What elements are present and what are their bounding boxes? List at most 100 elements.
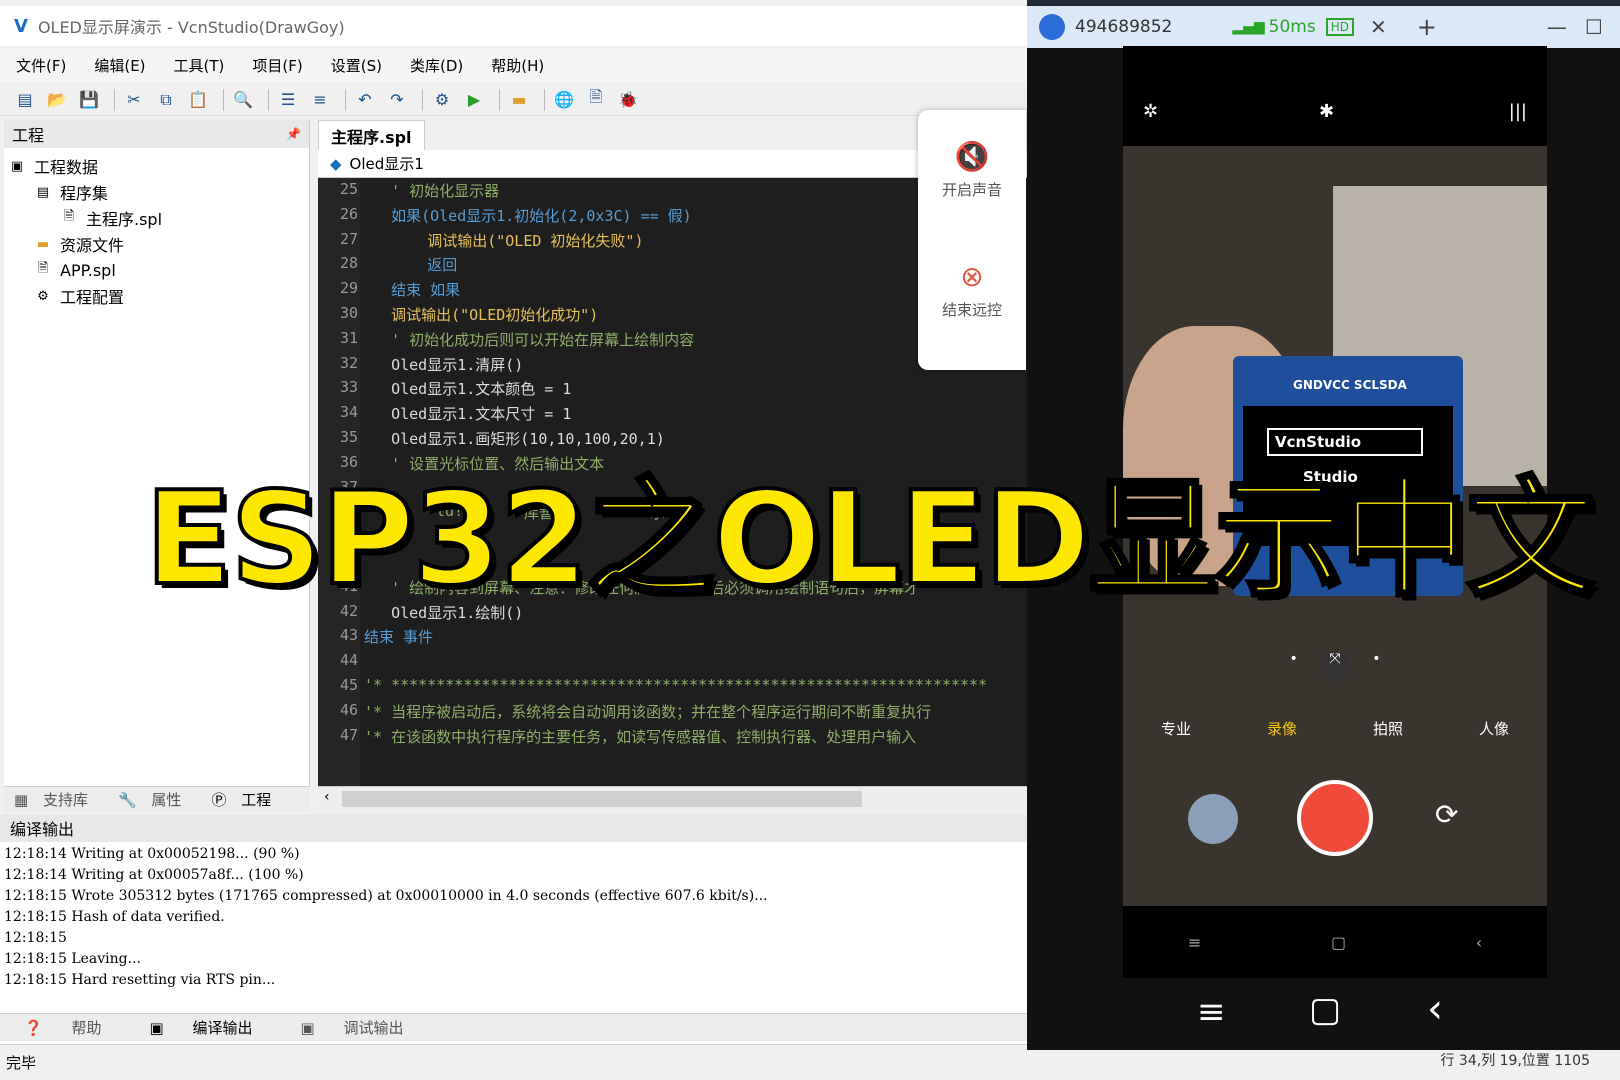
code-line[interactable]: '* 在该函数中执行程序的主要任务，如读写传感器值、控制执行器、处理用户输入 [364,726,916,747]
toolbar-divider [499,88,500,111]
switch-camera-icon[interactable]: ⟳ [1435,798,1458,831]
output-line: 12:18:15 Hash of data verified. [4,909,225,925]
project-panel-title: 工程 [12,126,45,145]
line-number: 30 [339,304,358,322]
output-line: 12:18:15 [4,930,67,946]
end-remote-button[interactable]: ⊗ 结束远控 [918,260,1026,320]
tree-item-program-set[interactable]: ▤ 程序集 [34,180,108,204]
save-icon[interactable]: 💾 [76,88,102,112]
indent-icon[interactable]: ☰ [275,88,301,112]
flash-off-icon[interactable]: ✲ [1143,101,1158,122]
globe-icon[interactable]: 🌐 [551,88,577,112]
gallery-thumbnail[interactable] [1188,794,1238,844]
code-line[interactable]: Oled显示1.画矩形(10,10,100,20,1) [364,428,665,449]
menu-help[interactable]: 帮助(H) [491,55,544,76]
code-line[interactable]: ' 初始化显示器 [364,180,499,201]
home-icon[interactable]: ▢ [1331,933,1346,952]
back-icon[interactable]: ‹ [1427,986,1443,1032]
pin-icon[interactable]: 📌 [286,127,301,141]
sound-toggle-button[interactable]: 🔇 开启声音 [918,140,1026,200]
toolbar-divider [114,88,115,111]
find-icon[interactable]: 🔍 [230,88,256,112]
paste-icon[interactable]: 📋 [185,88,211,112]
mode-portrait[interactable]: 人像 [1479,718,1509,739]
hd-badge[interactable]: HD [1325,18,1354,36]
zoom-control[interactable]: • ⤧ • [1273,651,1397,681]
horizontal-scrollbar[interactable]: ‹ [318,786,1027,810]
compile-icon[interactable]: ⚙ [429,88,455,112]
code-line[interactable]: Oled显示1.文本颜色 = 1 [364,378,571,399]
scrollbar-thumb[interactable] [342,791,862,807]
tree-item-project-data[interactable]: ▣ 工程数据 [8,154,98,178]
cursor-position: 行 34,列 19,位置 1105 [1440,1053,1590,1069]
cut-icon[interactable]: ✂ [121,88,147,112]
minimize-icon[interactable]: — [1547,15,1567,39]
tab-help[interactable]: ❓ 帮助 [12,1017,113,1038]
code-line[interactable]: 结束 事件 [364,626,433,647]
output-line: 12:18:14 Writing at 0x00052198... (90 %) [4,846,300,862]
menu-file[interactable]: 文件(F) [16,55,66,76]
recents-icon[interactable]: ≡ [1197,992,1226,1032]
line-number: 25 [339,180,358,198]
line-number: 46 [339,700,358,719]
mode-video[interactable]: 录像 [1267,718,1297,739]
code-line[interactable]: Oled显示1.清屏() [364,354,523,375]
open-folder-icon[interactable]: 📂 [44,88,70,112]
tree-item-main-spl[interactable]: 🗎 主程序.spl [60,206,162,230]
scroll-left-icon[interactable]: ‹ [324,789,330,805]
tree-item-app-spl[interactable]: 🗎 APP.spl [34,258,116,282]
recents-icon[interactable]: ≡ [1188,933,1201,952]
signal-icon: ▂▄▆ [1232,19,1265,35]
phone-nav-bar: ≡ ▢ ‹ [1123,906,1547,978]
config-icon: ⚙ [37,288,49,304]
code-line[interactable]: Oled显示1.文本尺寸 = 1 [364,403,571,424]
tree-item-label: 资源文件 [60,236,125,255]
home-icon[interactable]: ▢ [1309,990,1341,1030]
code-line[interactable]: '* 当程序被启动后，系统将会自动调用该函数；并在整个程序运行期间不断重复执行 [364,701,931,722]
code-line[interactable]: 如果(Oled显示1.初始化(2,0x3C) == 假) [364,205,692,226]
tree-item-project-config[interactable]: ⚙ 工程配置 [34,284,124,308]
code-line[interactable]: '* *************************************… [364,676,987,694]
menu-tools[interactable]: 工具(T) [174,55,225,76]
debug-icon[interactable]: 🐞 [615,88,641,112]
close-tab-icon[interactable]: ✕ [1370,15,1387,39]
code-line[interactable]: 结束 如果 [364,279,460,300]
code-line[interactable]: 调试输出("OLED 初始化失败") [364,230,643,251]
document-icon[interactable]: 🗎 [583,87,609,112]
menu-edit[interactable]: 编辑(E) [94,55,145,76]
line-number: 27 [339,229,358,248]
app-logo-icon: V [14,15,28,37]
mode-pro[interactable]: 专业 [1161,718,1191,739]
tree-item-resources[interactable]: ▬ 资源文件 [34,232,124,256]
tab-label: 编译输出 [192,1019,253,1037]
tab-debug-output[interactable]: ▣ 调试输出 [288,1017,415,1038]
tab-main-spl[interactable]: 主程序.spl [318,120,425,150]
menu-bars-icon[interactable]: ||| [1509,101,1527,122]
code-line[interactable]: 返回 [364,254,457,275]
folder-icon[interactable]: ▬ [506,88,532,112]
record-button[interactable] [1297,780,1373,856]
menu-library[interactable]: 类库(D) [410,55,463,76]
mode-photo[interactable]: 拍照 [1373,718,1403,739]
maximize-icon[interactable]: ☐ [1585,15,1603,39]
redo-icon[interactable]: ↷ [384,88,410,112]
tab-label: 工程 [241,791,272,809]
outdent-icon[interactable]: ≡ [307,88,333,112]
back-icon[interactable]: ‹ [1476,933,1482,952]
tab-compile-output[interactable]: ▣ 编译输出 [137,1017,264,1038]
menu-project[interactable]: 项目(F) [252,55,302,76]
new-tab-icon[interactable]: + [1417,13,1437,41]
undo-icon[interactable]: ↶ [352,88,378,112]
tab-project[interactable]: Ⓟ 工程 [211,789,281,810]
magic-icon[interactable]: ✱ [1319,101,1334,122]
code-line[interactable]: 调试输出("OLED初始化成功") [364,304,598,325]
copy-icon[interactable]: ⧉ [153,88,179,112]
run-icon[interactable]: ▶ [461,88,487,112]
new-project-icon[interactable]: ▤ [12,88,38,112]
menu-settings[interactable]: 设置(S) [331,55,382,76]
code-line[interactable]: ' 初始化成功后则可以开始在屏幕上绘制内容 [364,329,694,350]
tab-support-library[interactable]: ▦ 支持库 [14,789,98,810]
camera-mode-bar: 专业 录像 拍照 人像 [1123,718,1547,739]
end-remote-label: 结束远控 [941,301,1002,319]
tab-properties[interactable]: 🔧 属性 [118,789,191,810]
